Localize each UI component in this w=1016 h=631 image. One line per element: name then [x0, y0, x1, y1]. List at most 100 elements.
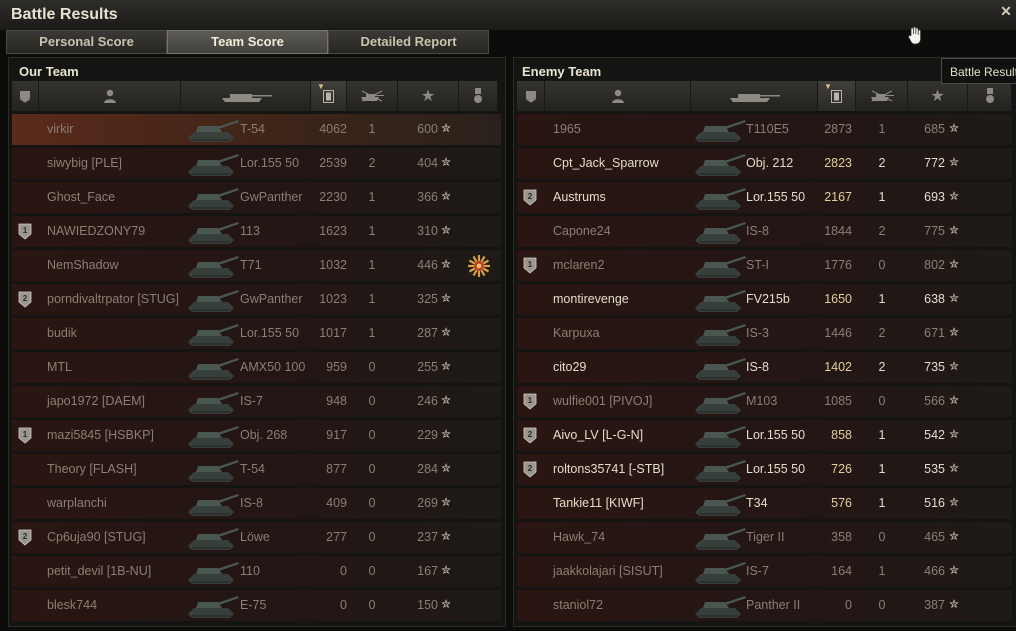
player-row[interactable]: jaakkolajari [SISUT] IS-7 164 1 466 ✮ [517, 556, 1012, 587]
achievement-icon [985, 88, 994, 103]
vehicle-column-header[interactable] [181, 81, 311, 111]
xp-column-header[interactable]: ★ [398, 81, 459, 111]
player-row[interactable]: 1 mclaren2 ST-I 1776 0 802 ✮ [517, 250, 1012, 281]
vehicle-name: IS-8 [746, 360, 769, 374]
player-row[interactable]: Hawk_74 Tiger II 358 0 465 ✮ [517, 522, 1012, 553]
player-name: Karpuxa [553, 326, 600, 340]
player-name: budik [47, 326, 77, 340]
player-row[interactable]: 1 mazi5845 [HSBKP] Obj. 268 917 0 229 ✮ [12, 420, 501, 451]
window-titlebar: Battle Results ✕ [0, 0, 1016, 30]
xp-star-icon: ✮ [441, 427, 452, 441]
damage-value: 0 [845, 598, 852, 612]
tab-personal-score[interactable]: Personal Score [6, 30, 167, 54]
damage-icon [323, 89, 334, 103]
medal-2-icon: 2 [523, 189, 537, 206]
svg-text:1: 1 [23, 430, 28, 439]
vehicle-name: M103 [746, 394, 778, 408]
player-row[interactable]: 2 Aivo_LV [L-G-N] Lor.155 50 858 1 542 ✮ [517, 420, 1012, 451]
player-row[interactable]: 2 porndivaltrpator [STUG] GwPanther 1023 1 32… [12, 284, 501, 315]
player-row[interactable]: 1 wulfie001 [PIVOJ] M103 1085 0 566 ✮ [517, 386, 1012, 417]
player-row[interactable]: petit_devil [1B-NU] 110 0 0 167 ✮ [12, 556, 501, 587]
player-row[interactable]: virkir T-54 4062 1 600 ✮ [12, 114, 501, 145]
kills-value: 1 [878, 122, 886, 136]
xp-column-header[interactable]: ★ [908, 81, 968, 111]
player-row[interactable]: Karpuxa IS-3 1446 2 671 ✮ [517, 318, 1012, 349]
xp-value: 693 [924, 190, 945, 204]
player-column-header[interactable] [39, 81, 181, 111]
close-icon[interactable]: ✕ [999, 4, 1013, 18]
player-row[interactable]: staniol72 Panther II 0 0 387 ✮ [517, 590, 1012, 621]
kills-value: 1 [878, 292, 886, 306]
xp-star-icon: ✮ [949, 121, 960, 135]
tab-team-score[interactable]: Team Score [167, 30, 328, 54]
tab-detailed-report[interactable]: Detailed Report [328, 30, 489, 54]
player-row[interactable]: blesk744 E-75 0 0 150 ✮ [12, 590, 501, 621]
medal-1-icon: 1 [18, 427, 32, 444]
vehicle-column-header[interactable] [691, 81, 818, 111]
player-row[interactable]: montirevenge FV215b 1650 1 638 ✮ [517, 284, 1012, 315]
player-row[interactable]: MTL AMX50 100 959 0 255 ✮ [12, 352, 501, 383]
vehicle-name: T71 [240, 258, 262, 272]
player-row[interactable]: 2 Austrums Lor.155 50 2167 1 693 ✮ [517, 182, 1012, 213]
xp-value: 516 [924, 496, 945, 510]
xp-star-icon: ✮ [949, 223, 960, 237]
xp-value: 671 [924, 326, 945, 340]
player-name: staniol72 [553, 598, 604, 612]
player-row[interactable]: cito29 IS-8 1402 2 735 ✮ [517, 352, 1012, 383]
xp-star-icon: ✮ [949, 461, 960, 475]
player-row[interactable]: 2 roltons35741 [-STB] Lor.155 50 726 1 535 ✮ [517, 454, 1012, 485]
player-row[interactable]: budik Lor.155 50 1017 1 287 ✮ [12, 318, 501, 349]
xp-value: 310 [417, 224, 438, 238]
xp-value: 387 [924, 598, 945, 612]
xp-star-icon: ✮ [949, 563, 960, 577]
achievement-column-header[interactable] [968, 81, 1012, 111]
medal-column-header[interactable] [12, 81, 39, 111]
kills-icon [361, 90, 384, 102]
medal-column-header[interactable] [517, 81, 545, 111]
player-row[interactable]: Tankie11 [KIWF] T34 576 1 516 ✮ [517, 488, 1012, 519]
tank-icon [695, 358, 746, 380]
kills-column-header[interactable] [347, 81, 398, 111]
xp-star-icon: ✮ [949, 495, 960, 509]
kills-value: 1 [878, 462, 886, 476]
vehicle-name: Lor.155 50 [240, 156, 300, 170]
player-row[interactable]: NemShadow T71 1032 1 446 ✮ [12, 250, 501, 281]
player-row[interactable]: warplanchi IS-8 409 0 269 ✮ [12, 488, 501, 519]
xp-star-icon: ✮ [441, 325, 452, 339]
damage-value: 726 [831, 462, 852, 476]
player-row[interactable]: japo1972 [DAEM] IS-7 948 0 246 ✮ [12, 386, 501, 417]
damage-value: 1650 [824, 292, 852, 306]
player-row[interactable]: siwybig [PLE] Lor.155 50 2539 2 404 ✮ [12, 148, 501, 179]
kills-column-header[interactable] [856, 81, 908, 111]
player-column-header[interactable] [545, 81, 691, 111]
kills-value: 0 [368, 530, 376, 544]
player-row[interactable]: Ghost_Face GwPanther 2230 1 366 ✮ [12, 182, 501, 213]
our-team-panel: Our Team ▼ ★ virkir T-54 4062 1 600 ✮ siwybig … [8, 57, 506, 627]
player-row[interactable]: Cpt_Jack_Sparrow Obj. 212 2823 2 772 ✮ [517, 148, 1012, 179]
xp-star-icon: ✮ [949, 257, 960, 271]
xp-value: 465 [924, 530, 945, 544]
tank-icon [695, 460, 746, 482]
damage-value: 1032 [319, 258, 347, 272]
player-row[interactable]: 2 Cp6uja90 [STUG] Löwe 277 0 237 ✮ [12, 522, 501, 553]
xp-value: 366 [417, 190, 438, 204]
vehicle-name: Lor.155 50 [746, 190, 806, 204]
achievement-column-header[interactable] [459, 81, 498, 111]
damage-icon [831, 89, 842, 103]
damage-column-header[interactable]: ▼ [311, 81, 347, 111]
damage-column-header[interactable]: ▼ [818, 81, 856, 111]
damage-value: 2167 [824, 190, 852, 204]
player-row[interactable]: Theory [FLASH] T-54 877 0 284 ✮ [12, 454, 501, 485]
kills-value: 1 [368, 224, 376, 238]
vehicle-name: Lor.155 50 [240, 326, 300, 340]
vehicle-name: AMX50 100 [240, 360, 306, 374]
player-row[interactable]: 1965 T110E5 2873 1 685 ✮ [517, 114, 1012, 145]
tank-icon [188, 120, 239, 142]
xp-star-icon: ✮ [441, 257, 452, 271]
damage-value: 858 [831, 428, 852, 442]
player-row[interactable]: 1 NAWIEDZONY79 113 1623 1 310 ✮ [12, 216, 501, 247]
player-row[interactable]: Capone24 IS-8 1844 2 775 ✮ [517, 216, 1012, 247]
damage-value: 2230 [319, 190, 347, 204]
damage-value: 1085 [824, 394, 852, 408]
player-name: Cp6uja90 [STUG] [47, 530, 146, 544]
